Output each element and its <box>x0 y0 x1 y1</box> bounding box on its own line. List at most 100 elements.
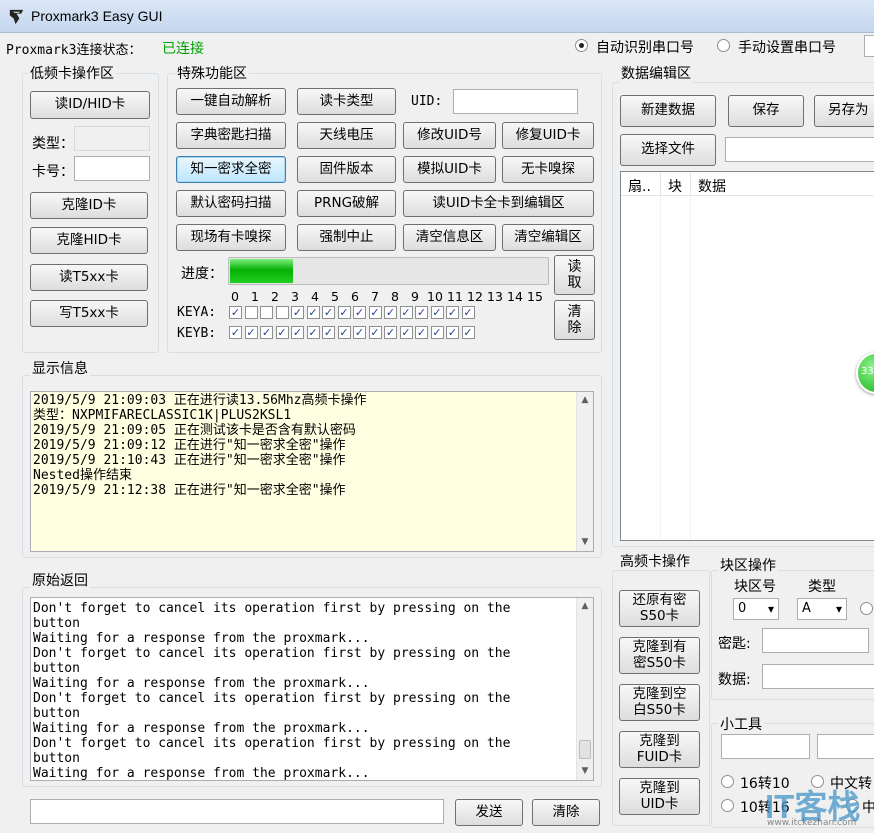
chinese-radio-2[interactable] <box>846 799 859 812</box>
clone-blank-s50-button[interactable]: 克隆到空白S50卡 <box>619 684 700 721</box>
display-scrollbar[interactable]: ▲ ▼ <box>576 392 593 551</box>
save-button[interactable]: 保存 <box>728 95 804 127</box>
data-input[interactable] <box>762 664 874 689</box>
keya-checkbox[interactable]: ✓ <box>446 306 459 319</box>
col-block-header[interactable]: 块 <box>668 176 682 196</box>
clear-raw-button[interactable]: 清除 <box>532 799 600 826</box>
key-input[interactable] <box>762 628 869 653</box>
new-data-button[interactable]: 新建数据 <box>620 95 716 127</box>
modify-uid-button[interactable]: 修改UID号 <box>403 122 496 149</box>
data-grid[interactable]: 扇.. 块 数据 <box>620 171 874 541</box>
antenna-voltage-button[interactable]: 天线电压 <box>297 122 396 149</box>
simulate-uid-button[interactable]: 模拟UID卡 <box>403 156 496 183</box>
keya-checkbox[interactable]: ✓ <box>368 306 382 319</box>
scroll-down-icon[interactable]: ▼ <box>577 534 593 551</box>
keya-checkbox[interactable]: ✓ <box>430 306 444 319</box>
read-keys-button[interactable]: 读取 <box>554 255 595 295</box>
chinese-convert-radio[interactable] <box>811 775 824 788</box>
clear-keys-button[interactable]: 清除 <box>554 300 595 340</box>
keyb-checkbox[interactable]: ✓ <box>353 326 366 339</box>
firmware-version-button[interactable]: 固件版本 <box>297 156 396 183</box>
keyb-checkbox[interactable]: ✓ <box>306 326 320 339</box>
clone-keyed-s50-button[interactable]: 克隆到有密S50卡 <box>619 637 700 674</box>
col-data-header[interactable]: 数据 <box>698 176 726 196</box>
choose-file-button[interactable]: 选择文件 <box>620 134 716 166</box>
clear-info-button[interactable]: 清空信息区 <box>403 224 496 251</box>
sector-number: 14 <box>507 289 523 304</box>
keya-checkbox[interactable]: ✓ <box>415 306 428 319</box>
keya-checkbox[interactable] <box>244 306 258 319</box>
keya-checkbox[interactable]: ✓ <box>337 306 351 319</box>
read-t5xx-button[interactable]: 读T5xx卡 <box>30 264 148 291</box>
restore-s50-button[interactable]: 还原有密S50卡 <box>619 590 700 627</box>
card-number-input[interactable] <box>74 156 150 181</box>
auto-port-radio[interactable] <box>575 39 588 52</box>
keyb-checkbox[interactable]: ✓ <box>446 326 459 339</box>
clone-fuid-button[interactable]: 克隆到FUID卡 <box>619 731 700 768</box>
repair-uid-card-button[interactable]: 修复UID卡 <box>502 122 594 149</box>
read-uid-full-to-editor-button[interactable]: 读UID卡全卡到编辑区 <box>403 190 594 217</box>
keya-checkbox[interactable]: ✓ <box>322 306 335 319</box>
nested-attack-button[interactable]: 知一密求全密 <box>176 156 286 183</box>
keya-checkbox[interactable]: ✓ <box>461 306 475 319</box>
keya-checkbox[interactable]: ✓ <box>291 306 304 319</box>
keyb-checkbox[interactable]: ✓ <box>368 326 382 339</box>
force-stop-button[interactable]: 强制中止 <box>297 224 396 251</box>
keyb-checkbox[interactable]: ✓ <box>260 326 273 339</box>
block-radio[interactable] <box>860 602 873 615</box>
keyb-checkbox[interactable]: ✓ <box>461 326 475 339</box>
tool-input-1[interactable] <box>721 734 810 759</box>
keyb-checkbox[interactable]: ✓ <box>399 326 413 339</box>
keya-checkbox[interactable]: ✓ <box>229 306 242 319</box>
default-key-scan-button[interactable]: 默认密码扫描 <box>176 190 286 217</box>
clone-hid-button[interactable]: 克隆HID卡 <box>30 227 148 254</box>
block-number-select[interactable]: 0 <box>733 598 779 620</box>
clone-id-button[interactable]: 克隆ID卡 <box>30 192 148 219</box>
command-input[interactable] <box>30 799 444 824</box>
dec-to-hex-radio[interactable] <box>721 799 734 812</box>
keyb-checkbox[interactable]: ✓ <box>337 326 351 339</box>
keyb-checkbox[interactable]: ✓ <box>244 326 258 339</box>
prng-crack-button[interactable]: PRNG破解 <box>297 190 396 217</box>
keya-checkbox[interactable]: ✓ <box>384 306 397 319</box>
write-t5xx-button[interactable]: 写T5xx卡 <box>30 300 148 327</box>
uid-input[interactable] <box>453 89 578 114</box>
keyb-checkbox[interactable]: ✓ <box>275 326 289 339</box>
keyb-checkbox[interactable]: ✓ <box>415 326 428 339</box>
auto-parse-button[interactable]: 一键自动解析 <box>176 88 286 115</box>
keya-checkbox[interactable]: ✓ <box>353 306 366 319</box>
port-select[interactable] <box>864 35 874 57</box>
block-type-select[interactable]: A <box>797 598 847 620</box>
file-path-input[interactable] <box>725 137 874 162</box>
keyb-checkbox[interactable]: ✓ <box>322 326 335 339</box>
keyb-checkbox[interactable]: ✓ <box>291 326 304 339</box>
cardless-sniff-button[interactable]: 无卡嗅探 <box>502 156 594 183</box>
raw-scrollbar[interactable]: ▲ ▼ <box>576 598 593 780</box>
read-id-hid-button[interactable]: 读ID/HID卡 <box>30 91 150 119</box>
tool-input-2[interactable] <box>817 734 874 759</box>
clear-editor-button[interactable]: 清空编辑区 <box>502 224 594 251</box>
live-card-sniff-button[interactable]: 现场有卡嗅探 <box>176 224 286 251</box>
raw-scroll-thumb[interactable] <box>579 740 591 759</box>
dict-key-scan-button[interactable]: 字典密匙扫描 <box>176 122 286 149</box>
scroll-up-icon[interactable]: ▲ <box>577 392 593 409</box>
keya-checkbox[interactable] <box>275 306 289 319</box>
hex-to-dec-radio[interactable] <box>721 775 734 788</box>
raw-return-textbox[interactable]: Don't forget to cancel its operation fir… <box>30 597 594 781</box>
raw-scroll-down-icon[interactable]: ▼ <box>577 763 593 780</box>
keyb-checkbox[interactable]: ✓ <box>384 326 397 339</box>
hex-to-dec-label: 16转10 <box>740 776 790 792</box>
raw-scroll-up-icon[interactable]: ▲ <box>577 598 593 615</box>
keya-checkbox[interactable] <box>260 306 273 319</box>
keya-checkbox[interactable]: ✓ <box>306 306 320 319</box>
col-sector-header[interactable]: 扇.. <box>628 176 651 196</box>
keyb-checkbox[interactable]: ✓ <box>229 326 242 339</box>
clone-uid-button[interactable]: 克隆到UID卡 <box>619 778 700 815</box>
keya-checkbox[interactable]: ✓ <box>399 306 413 319</box>
display-info-textbox[interactable]: 2019/5/9 21:09:03 正在进行读13.56Mhz高频卡操作 类型：… <box>30 391 594 552</box>
manual-port-radio[interactable] <box>717 39 730 52</box>
keyb-checkbox[interactable]: ✓ <box>430 326 444 339</box>
send-button[interactable]: 发送 <box>455 799 523 826</box>
save-as-button[interactable]: 另存为 <box>814 95 874 127</box>
read-card-type-button[interactable]: 读卡类型 <box>297 88 396 115</box>
